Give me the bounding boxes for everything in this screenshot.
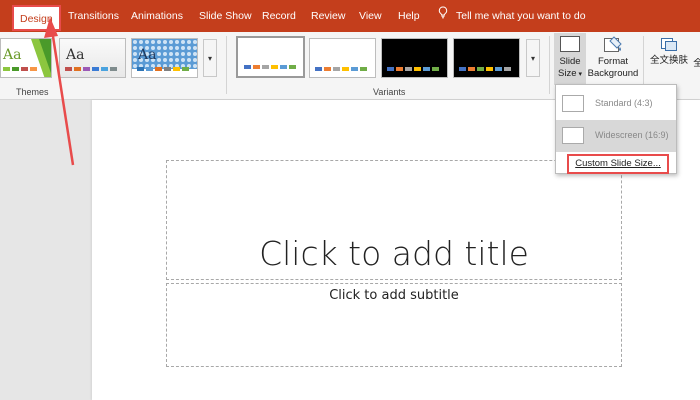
custom-slide-size-button[interactable]: Custom Slide Size...: [567, 154, 669, 174]
tab-help[interactable]: Help: [398, 0, 420, 32]
tab-record[interactable]: Record: [262, 0, 296, 32]
tab-slide-show[interactable]: Slide Show: [199, 0, 252, 32]
tab-animations[interactable]: Animations: [131, 0, 183, 32]
variant-thumbnail-2[interactable]: [309, 38, 376, 78]
ribbon-tab-bar: Design Transitions Animations Slide Show…: [0, 0, 700, 32]
tell-me-search[interactable]: Tell me what you want to do: [438, 0, 586, 32]
theme-thumbnail-3[interactable]: Aa: [131, 38, 198, 78]
truncated-ribbon-button[interactable]: 全: [693, 58, 700, 72]
subtitle-placeholder-text: Click to add subtitle: [329, 288, 459, 303]
standard-option-label: Standard (4:3): [595, 98, 653, 108]
chevron-down-icon: ▾: [530, 53, 535, 63]
widescreen-option[interactable]: Widescreen (16:9): [556, 120, 676, 152]
themes-more-button[interactable]: ▾: [203, 39, 217, 77]
reskin-icon: [661, 38, 677, 51]
tab-design[interactable]: Design: [12, 5, 61, 31]
group-separator: [226, 36, 227, 94]
widescreen-aspect-icon: [562, 127, 584, 144]
slide-size-label-line1: Slide: [559, 56, 581, 67]
theme-color-bar: [3, 67, 37, 71]
tab-view[interactable]: View: [359, 0, 382, 32]
theme-thumbnail-1[interactable]: Aa: [0, 38, 52, 78]
lightbulb-icon: [438, 0, 448, 32]
title-placeholder-text: Click to add title: [259, 234, 529, 273]
theme-color-bar: [65, 67, 117, 71]
standard-aspect-icon: [562, 95, 584, 112]
widescreen-option-label: Widescreen (16:9): [595, 130, 669, 140]
format-background-button[interactable]: Format Background: [586, 33, 640, 85]
variants-more-button[interactable]: ▾: [526, 39, 540, 77]
group-separator: [549, 36, 550, 94]
title-placeholder[interactable]: Click to add title: [166, 160, 622, 280]
chevron-down-icon: ▾: [207, 53, 212, 63]
variant-color-bar: [244, 65, 296, 69]
format-background-label-line1: Format: [597, 56, 629, 67]
variant-thumbnail-4[interactable]: [453, 38, 520, 78]
theme-aa-label: Aa: [3, 47, 22, 63]
variant-thumbnail-1[interactable]: [236, 36, 305, 78]
slide-size-icon: [560, 36, 580, 52]
chevron-down-icon: ▾: [576, 71, 582, 78]
standard-option[interactable]: Standard (4:3): [556, 88, 676, 120]
powerpoint-window: Design Transitions Animations Slide Show…: [0, 0, 700, 400]
variant-thumbnail-3[interactable]: [381, 38, 448, 78]
slide-size-button[interactable]: Slide Size ▾: [554, 33, 586, 85]
slide-size-label-line2: Size: [558, 68, 577, 79]
theme-color-bar: [137, 67, 189, 71]
variant-color-bar: [459, 67, 511, 71]
themes-group-label: Themes: [16, 87, 49, 97]
tab-review[interactable]: Review: [311, 0, 345, 32]
variant-color-bar: [387, 67, 439, 71]
slide-size-dropdown: Standard (4:3) Widescreen (16:9) Custom …: [555, 84, 677, 174]
variant-color-bar: [315, 67, 367, 71]
full-text-reskin-label: 全文换肤: [649, 55, 688, 66]
theme-aa-label: Aa: [138, 47, 157, 63]
format-background-icon: [604, 36, 622, 52]
theme-thumbnail-2[interactable]: Aa: [59, 38, 126, 78]
full-text-reskin-button[interactable]: 全文换肤: [647, 33, 691, 73]
variants-group-label: Variants: [373, 87, 406, 97]
tab-transitions[interactable]: Transitions: [68, 0, 119, 32]
subtitle-placeholder[interactable]: Click to add subtitle: [166, 283, 622, 367]
format-background-label-line2: Background: [587, 68, 639, 79]
tell-me-label: Tell me what you want to do: [456, 10, 586, 22]
theme-aa-label: Aa: [66, 47, 85, 63]
